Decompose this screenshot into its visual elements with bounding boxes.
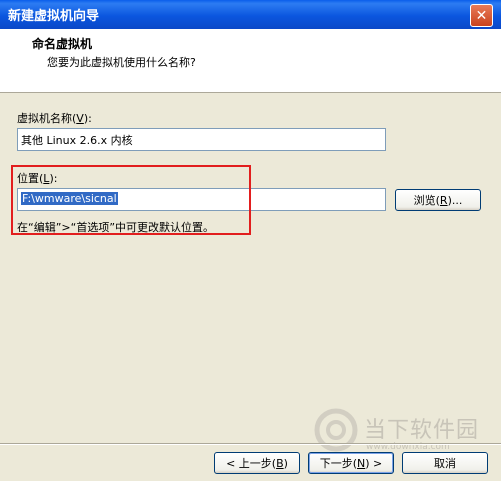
vm-name-label: 虚拟机名称(V): [17, 112, 92, 125]
vm-name-input[interactable]: 其他 Linux 2.6.x 内核 [17, 128, 386, 151]
page-subtitle: 您要为此虚拟机使用什么名称? [47, 56, 196, 69]
cancel-button[interactable]: 取消 [402, 452, 488, 474]
title-bar: 新建虚拟机向导 ✕ [0, 0, 501, 29]
close-icon: ✕ [475, 7, 488, 24]
browse-button[interactable]: 浏览(R)... [395, 189, 481, 211]
close-button[interactable]: ✕ [470, 4, 493, 27]
wizard-header: 命名虚拟机 您要为此虚拟机使用什么名称? [0, 29, 501, 93]
highlight-box [11, 165, 251, 235]
watermark-text: 当下软件园 [364, 418, 480, 443]
watermark: 当下软件园 www.downxia.com [314, 408, 494, 458]
back-button[interactable]: < 上一步(B) [214, 452, 300, 474]
next-button[interactable]: 下一步(N) > [308, 452, 394, 474]
watermark-logo-icon [314, 408, 358, 452]
footer-divider [0, 443, 501, 445]
window-title: 新建虚拟机向导 [8, 9, 100, 24]
page-title: 命名虚拟机 [32, 37, 93, 51]
